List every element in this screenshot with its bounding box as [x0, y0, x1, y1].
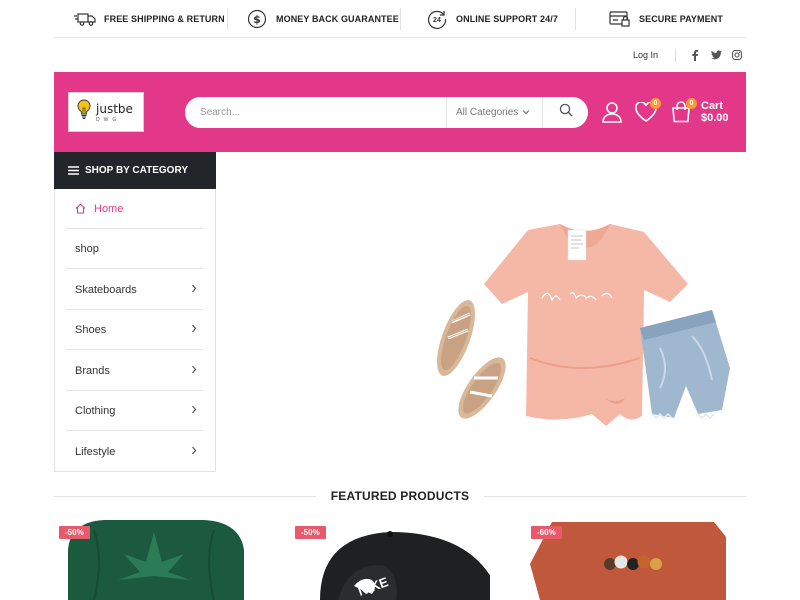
- product-card[interactable]: -50%: [54, 520, 254, 600]
- truck-icon: [74, 8, 96, 30]
- benefit-money-back: $ MONEY BACK GUARANTEE: [246, 0, 399, 38]
- cart-total: $0.00: [701, 112, 729, 124]
- dollar-icon: $: [246, 8, 268, 30]
- category-item-skateboards[interactable]: Skateboards: [66, 270, 203, 310]
- category-item-shoes[interactable]: Shoes: [66, 310, 203, 350]
- featured-products-title: FEATURED PRODUCTS: [330, 489, 470, 503]
- section-divider: [484, 496, 746, 497]
- category-label: Skateboards: [75, 283, 137, 296]
- shop-by-category-heading[interactable]: SHOP BY CATEGORY: [54, 152, 216, 189]
- category-label: Brands: [75, 364, 110, 377]
- category-label: Clothing: [75, 404, 116, 417]
- chevron-right-icon: [191, 284, 197, 293]
- support-24-icon: 24: [426, 8, 448, 30]
- divider: [400, 8, 401, 30]
- lightbulb-icon: [77, 99, 91, 126]
- twitter-icon[interactable]: [710, 49, 722, 61]
- chevron-right-icon: [191, 324, 197, 333]
- facebook-icon[interactable]: [689, 49, 701, 61]
- discount-badge: -50%: [295, 526, 326, 539]
- cart-count-badge: 0: [686, 98, 697, 109]
- cart-label: Cart: [701, 100, 724, 112]
- category-label: shop: [75, 242, 99, 255]
- instagram-icon[interactable]: [731, 49, 743, 61]
- category-item-lifestyle[interactable]: Lifestyle: [66, 432, 203, 472]
- category-label: Shoes: [75, 323, 107, 336]
- benefits-bar: FREE SHIPPING & RETURN $ MONEY BACK GUAR…: [54, 0, 746, 38]
- category-select[interactable]: All Categories: [446, 97, 542, 128]
- benefit-support: 24 ONLINE SUPPORT 24/7: [426, 0, 558, 38]
- divider: [575, 8, 576, 30]
- category-label: Lifestyle: [75, 446, 116, 458]
- secure-payment-icon: [609, 8, 631, 30]
- page: FREE SHIPPING & RETURN $ MONEY BACK GUAR…: [0, 0, 800, 600]
- home-icon: [75, 203, 86, 214]
- svg-text:$: $: [253, 13, 261, 26]
- search-input[interactable]: [185, 97, 446, 128]
- support-24-number: 24: [433, 17, 441, 24]
- category-heading-label: SHOP BY CATEGORY: [85, 165, 188, 176]
- discount-badge: -50%: [59, 526, 90, 539]
- benefit-label: SECURE PAYMENT: [639, 13, 723, 24]
- login-link[interactable]: Log In: [633, 50, 658, 60]
- benefit-label: MONEY BACK GUARANTEE: [276, 13, 399, 24]
- product-card[interactable]: -60%: [526, 520, 726, 600]
- category-item-clothing[interactable]: Clothing: [66, 391, 203, 431]
- category-item-home[interactable]: Home: [66, 189, 203, 229]
- search-bar: All Categories: [185, 97, 588, 128]
- chevron-right-icon: [191, 365, 197, 374]
- wishlist-count-badge: 0: [650, 98, 661, 109]
- logo-subtitle: DWG: [96, 116, 121, 123]
- benefit-label: ONLINE SUPPORT 24/7: [456, 13, 558, 24]
- site-logo[interactable]: justbe DWG: [68, 92, 144, 132]
- chevron-right-icon: [191, 446, 197, 455]
- discount-badge: -60%: [531, 526, 562, 539]
- category-label: Home: [94, 202, 124, 215]
- chevron-down-icon: [522, 107, 530, 118]
- account-icon[interactable]: [600, 100, 624, 124]
- utility-bar: Log In: [54, 38, 746, 72]
- chevron-right-icon: [191, 405, 197, 414]
- category-select-value: All Categories: [456, 107, 519, 118]
- divider: [675, 49, 676, 62]
- product-card[interactable]: -50% NIKE: [290, 520, 490, 600]
- category-item-shop[interactable]: shop: [66, 229, 203, 269]
- cart-summary[interactable]: Cart $0.00: [701, 100, 729, 124]
- section-divider: [54, 496, 316, 497]
- category-item-brands[interactable]: Brands: [66, 351, 203, 391]
- site-header: justbe DWG All Categories 0: [54, 72, 746, 152]
- category-menu: Home shop Skateboards Shoes Brands Cloth…: [54, 189, 216, 472]
- benefit-free-shipping: FREE SHIPPING & RETURN: [74, 0, 225, 38]
- search-icon: [559, 103, 573, 122]
- menu-icon: [68, 166, 79, 175]
- logo-name: justbe: [96, 101, 133, 116]
- divider: [227, 8, 228, 30]
- benefit-secure-payment: SECURE PAYMENT: [609, 0, 723, 38]
- hero-banner-image[interactable]: [430, 218, 740, 436]
- search-button[interactable]: [542, 97, 588, 128]
- benefit-label: FREE SHIPPING & RETURN: [104, 13, 225, 24]
